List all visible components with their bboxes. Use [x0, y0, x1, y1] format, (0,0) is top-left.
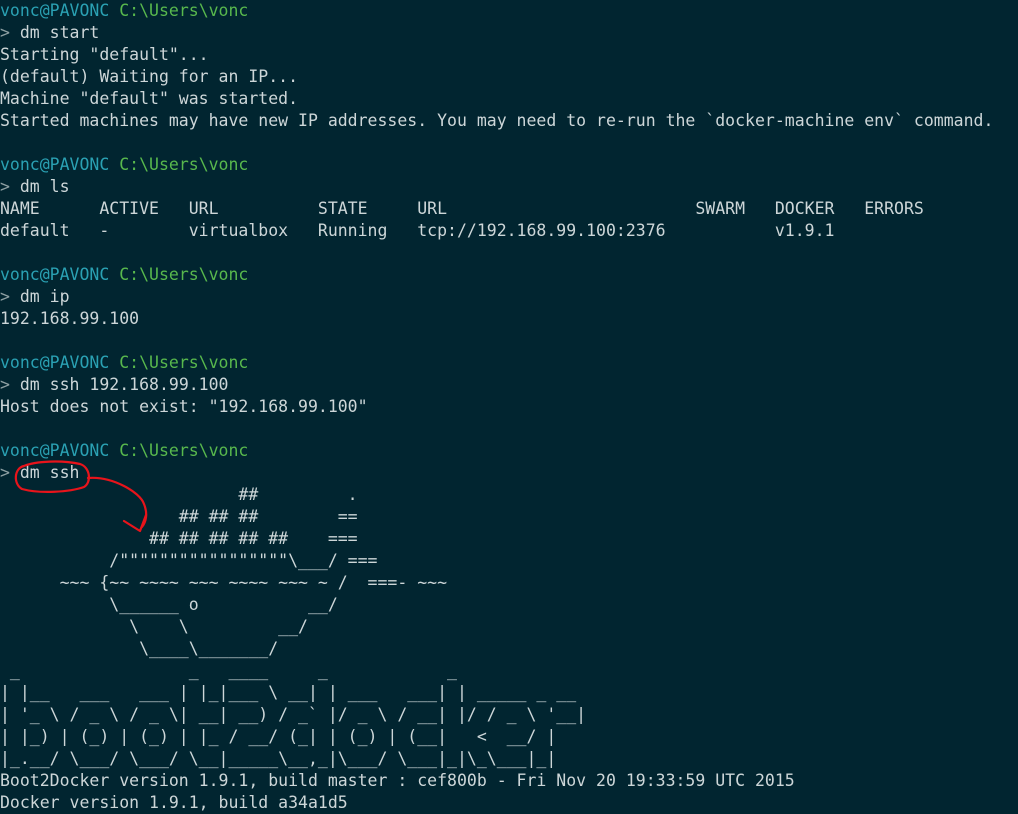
prompt-caret: > — [0, 23, 10, 42]
command-text: dm ls — [19, 177, 70, 196]
terminal-window[interactable]: vonc@PAVONC C:\Users\vonc > dm start Start… — [0, 0, 1018, 814]
prompt-line-2: vonc@PAVONC C:\Users\vonc — [0, 154, 1018, 176]
command-dm-ip: > dm ip — [0, 286, 1018, 308]
output-machine-started: Machine "default" was started. — [0, 89, 299, 108]
command-dm-start: > dm start — [0, 22, 1018, 44]
prompt-caret: > — [0, 287, 10, 306]
prompt-path: C:\Users\vonc — [119, 265, 249, 284]
prompt-user: vonc@PAVONC — [0, 1, 110, 20]
command-text: dm ssh 192.168.99.100 — [19, 375, 229, 394]
prompt-line-3: vonc@PAVONC C:\Users\vonc — [0, 264, 1018, 286]
prompt-path: C:\Users\vonc — [119, 353, 249, 372]
prompt-user: vonc@PAVONC — [0, 441, 110, 460]
ascii-whale-line: ## ## ## ## ## === — [0, 529, 358, 548]
prompt-line-1: vonc@PAVONC C:\Users\vonc — [0, 0, 1018, 22]
command-text: dm start — [19, 23, 100, 42]
prompt-path: C:\Users\vonc — [119, 441, 249, 460]
prompt-user: vonc@PAVONC — [0, 265, 110, 284]
ascii-whale-line: ~~~ {~~ ~~~~ ~~~ ~~~~ ~~~ ~ / ===- ~~~ — [0, 573, 448, 592]
prompt-line-5: vonc@PAVONC C:\Users\vonc — [0, 440, 1018, 462]
output-ip: 192.168.99.100 — [0, 309, 140, 328]
command-text: dm ip — [19, 287, 70, 306]
output-starting: Starting "default"... — [0, 45, 209, 64]
output-docker-version: Docker version 1.9.1, build a34a1d5 — [0, 793, 348, 812]
output-waiting-ip: (default) Waiting for an IP... — [0, 67, 299, 86]
ls-table-row: default - virtualbox Running tcp://192.1… — [0, 221, 835, 240]
ascii-whale-line: \____\_______/ — [0, 639, 279, 658]
ascii-banner-line: _ _ ____ _ _ — [0, 661, 457, 680]
prompt-caret: > — [0, 463, 10, 482]
ascii-banner-line: |_.__/ \___/ \___/ \__|_____\__,_|\___/ … — [0, 749, 557, 768]
prompt-caret: > — [0, 375, 10, 394]
command-dm-ssh: > dm ssh — [0, 462, 1018, 484]
ascii-banner-line: | |__ ___ ___ | |_|___ \ __| | ___ ___| … — [0, 683, 577, 702]
prompt-user: vonc@PAVONC — [0, 155, 110, 174]
ascii-whale-line: /"""""""""""""""""\___/ === — [0, 551, 378, 570]
command-dm-ls: > dm ls — [0, 176, 1018, 198]
terminal-output: vonc@PAVONC C:\Users\vonc > dm start Start… — [0, 0, 1018, 814]
prompt-path: C:\Users\vonc — [119, 1, 249, 20]
ascii-whale-line: \______ o __/ — [0, 595, 338, 614]
ascii-whale-line: ## . — [0, 485, 358, 504]
prompt-path: C:\Users\vonc — [119, 155, 249, 174]
prompt-caret: > — [0, 177, 10, 196]
output-host-error: Host does not exist: "192.168.99.100" — [0, 397, 368, 416]
ascii-whale-line: ## ## ## == — [0, 507, 358, 526]
ls-table-header: NAME ACTIVE URL STATE URL SWARM DOCKER E… — [0, 199, 924, 218]
command-text: dm ssh — [19, 463, 80, 482]
output-boot2docker-version: Boot2Docker version 1.9.1, build master … — [0, 771, 795, 790]
ascii-whale-line: \ \ __/ — [0, 617, 308, 636]
ascii-banner-line: | |_) | (_) | (_) | |_ / __/ (_| | (_) |… — [0, 727, 557, 746]
prompt-line-4: vonc@PAVONC C:\Users\vonc — [0, 352, 1018, 374]
ascii-banner-line: | '_ \ / _ \ / _ \| __| __) / _` |/ _ \ … — [0, 705, 587, 724]
output-ip-warning: Started machines may have new IP address… — [0, 111, 994, 130]
prompt-user: vonc@PAVONC — [0, 353, 110, 372]
command-dm-ssh-ip: > dm ssh 192.168.99.100 — [0, 374, 1018, 396]
